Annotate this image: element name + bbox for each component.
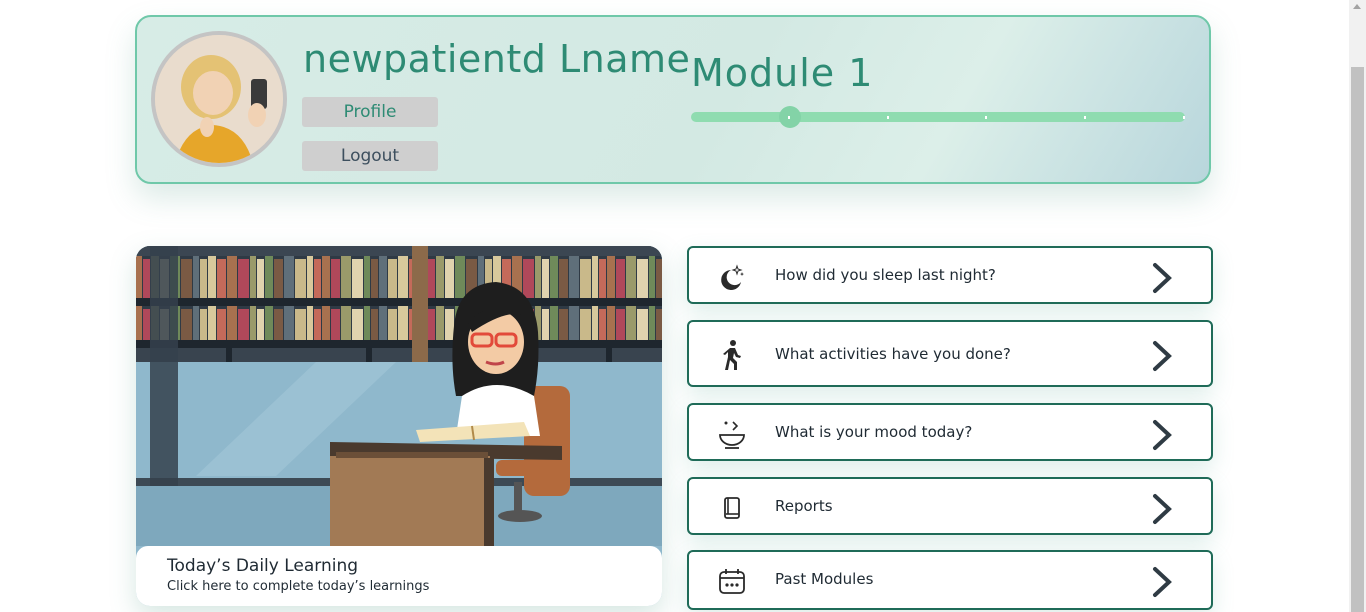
scroll-up-arrow-icon[interactable] (1353, 4, 1361, 9)
menu-item-label: What is your mood today? (775, 423, 973, 441)
profile-button[interactable]: Profile (302, 97, 438, 127)
page-scrollbar[interactable] (1349, 0, 1366, 612)
walking-person-icon (723, 340, 741, 370)
module-title: Module 1 (691, 51, 874, 95)
daily-learning-caption[interactable]: Today’s Daily Learning Click here to com… (136, 546, 662, 606)
menu-item-label: Past Modules (775, 570, 874, 588)
logout-button[interactable]: Logout (302, 141, 438, 171)
menu-item-label: How did you sleep last night? (775, 266, 996, 284)
chevron-right-icon (1153, 263, 1172, 293)
calendar-icon (719, 569, 745, 594)
slider-tick (787, 116, 790, 119)
slider-tick (1183, 116, 1185, 119)
module-progress-slider[interactable] (691, 106, 1185, 128)
user-name: newpatientd Lname (303, 37, 691, 81)
menu-item-sleep[interactable]: How did you sleep last night? (687, 246, 1213, 304)
mood-bowl-icon (719, 421, 745, 449)
menu-item-activities[interactable]: What activities have you done? (687, 320, 1213, 387)
slider-thumb[interactable] (778, 106, 801, 128)
slider-tick (1084, 116, 1087, 119)
daily-learning-subtitle: Click here to complete today’s learnings (167, 579, 430, 594)
slider-tick (985, 116, 988, 119)
chevron-right-icon (1153, 341, 1172, 371)
daily-learning-card[interactable]: Today’s Daily Learning Click here to com… (136, 246, 662, 606)
profile-header-card: newpatientd Lname Profile Logout Module … (135, 15, 1211, 184)
book-icon (724, 497, 740, 519)
avatar (151, 31, 287, 167)
menu-item-label: What activities have you done? (775, 345, 1011, 363)
moon-stars-icon (721, 264, 744, 290)
chevron-right-icon (1153, 567, 1172, 597)
daily-learning-illustration (136, 246, 662, 546)
chevron-right-icon (1153, 420, 1172, 450)
menu-item-mood[interactable]: What is your mood today? (687, 403, 1213, 461)
menu-item-past-modules[interactable]: Past Modules (687, 550, 1213, 610)
menu-item-label: Reports (775, 497, 833, 515)
scrollbar-thumb[interactable] (1351, 67, 1364, 612)
slider-tick (886, 116, 889, 119)
daily-learning-title: Today’s Daily Learning (167, 556, 359, 576)
chevron-right-icon (1153, 494, 1172, 524)
menu-item-reports[interactable]: Reports (687, 477, 1213, 535)
